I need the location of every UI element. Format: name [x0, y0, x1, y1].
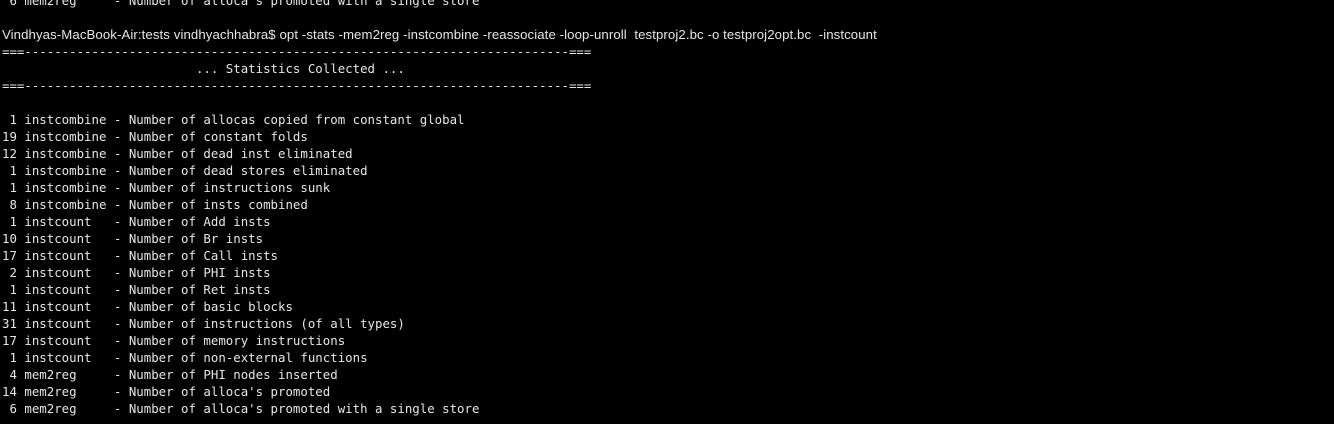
command-prompt-line: Vindhyas-MacBook-Air:tests vindhyachhabr…	[2, 27, 877, 42]
stat-line: 14 mem2reg - Number of alloca's promoted	[2, 384, 331, 399]
stat-line: 12 instcombine - Number of dead inst eli…	[2, 146, 353, 161]
terminal-window[interactable]: 6 mem2reg - Number of alloca's promoted …	[0, 0, 1334, 424]
stat-line: 17 instcount - Number of Call insts	[2, 248, 279, 263]
stat-line: 11 instcount - Number of basic blocks	[2, 299, 293, 314]
stat-line: 1 instcount - Number of Ret insts	[2, 282, 271, 297]
stat-line: 1 instcount - Number of non-external fun…	[2, 350, 368, 365]
stat-line: 8 instcombine - Number of insts combined	[2, 197, 308, 212]
separator-line-top: ===-------------------------------------…	[2, 44, 592, 59]
stat-line: 31 instcount - Number of instructions (o…	[2, 316, 405, 331]
stat-line: 4 mem2reg - Number of PHI nodes inserted	[2, 367, 338, 382]
stats-header: ... Statistics Collected ...	[2, 61, 405, 76]
stat-line: 1 instcount - Number of Add insts	[2, 214, 271, 229]
stat-line: 10 instcount - Number of Br insts	[2, 231, 264, 246]
previous-output-line: 6 mem2reg - Number of alloca's promoted …	[2, 0, 480, 8]
stat-line: 17 instcount - Number of memory instruct…	[2, 333, 346, 348]
stat-line: 2 instcount - Number of PHI insts	[2, 265, 271, 280]
terminal-output: 6 mem2reg - Number of alloca's promoted …	[2, 0, 1332, 417]
stat-line: 6 mem2reg - Number of alloca's promoted …	[2, 401, 480, 416]
stat-line: 19 instcombine - Number of constant fold…	[2, 129, 308, 144]
stat-line: 1 instcombine - Number of dead stores el…	[2, 163, 368, 178]
stat-line: 1 instcombine - Number of allocas copied…	[2, 112, 465, 127]
stat-line: 1 instcombine - Number of instructions s…	[2, 180, 331, 195]
separator-line-bottom: ===-------------------------------------…	[2, 78, 592, 93]
